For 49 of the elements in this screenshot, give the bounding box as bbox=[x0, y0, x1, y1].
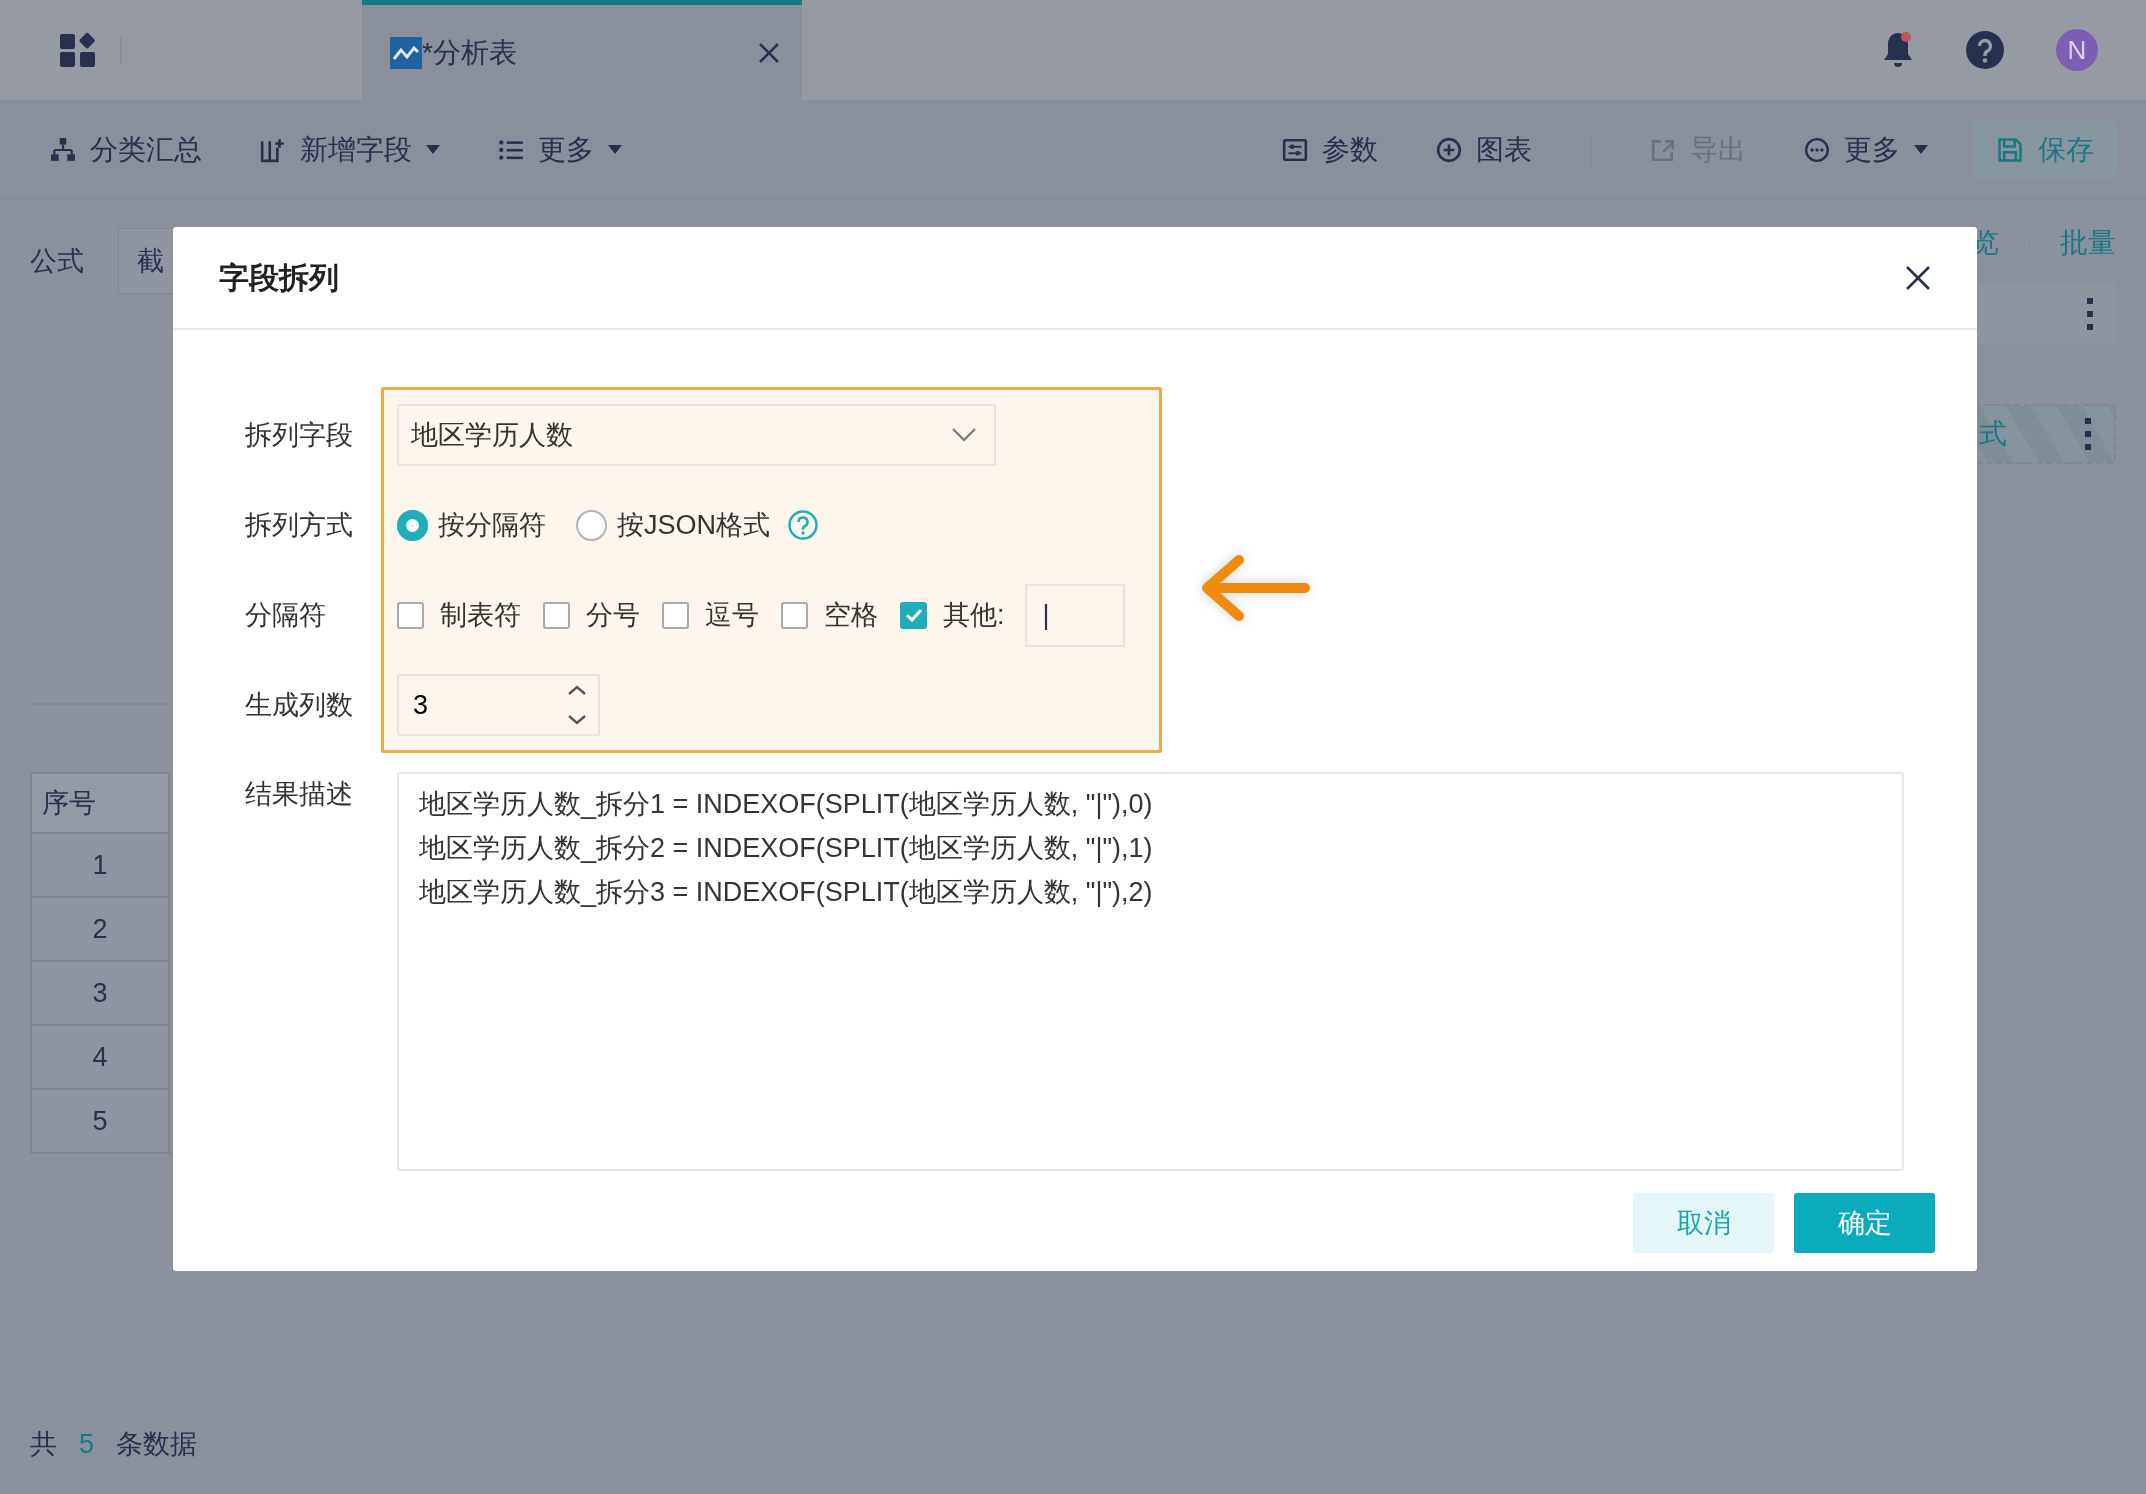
toolbar-button[interactable]: 分类汇总 bbox=[50, 128, 202, 171]
option-label: 空格 bbox=[824, 598, 878, 632]
form-label: 拆列方式 bbox=[245, 508, 354, 542]
toolbar-button[interactable]: 更多 bbox=[498, 128, 622, 171]
column-header: 序号 bbox=[31, 773, 169, 833]
checkbox-option[interactable]: 空格 bbox=[781, 594, 878, 636]
option-label: 其他: bbox=[943, 598, 1005, 632]
separator-field[interactable]: | bbox=[1024, 583, 1125, 647]
radio-option[interactable]: 按JSON格式 bbox=[576, 504, 770, 546]
field-label: 公式 bbox=[30, 244, 84, 278]
form-label: 分隔符 bbox=[245, 598, 327, 632]
form-label: 结果描述 bbox=[245, 778, 354, 811]
form-label: 拆列字段 bbox=[245, 418, 354, 452]
toolbar-button[interactable]: 参数 bbox=[1282, 128, 1378, 171]
formula-line: 地区学历人数_拆分2 = INDEXOF(SPLIT(地区学历人数, "|"),1) bbox=[419, 832, 1154, 865]
toolbar-button[interactable]: 新增字段 bbox=[260, 128, 440, 171]
option-label: 按分隔符 bbox=[438, 508, 546, 542]
checkbox-option[interactable]: 其他: bbox=[900, 594, 1005, 636]
checkbox-option[interactable]: 分号 bbox=[543, 594, 640, 636]
option-label: 按JSON格式 bbox=[617, 508, 770, 542]
confirm-button[interactable]: 确定 bbox=[1794, 1193, 1935, 1253]
user-avatar[interactable]: N bbox=[2056, 29, 2098, 71]
field-select[interactable]: 地区学历人数 bbox=[397, 404, 996, 466]
table-cell: 1 bbox=[31, 833, 169, 897]
card-label: 式 bbox=[1979, 417, 2007, 451]
form-label: 生成列数 bbox=[245, 688, 354, 722]
table-cell: 3 bbox=[31, 961, 169, 1025]
footer-text: 条数据 bbox=[116, 1427, 198, 1461]
toolbar-button[interactable]: 更多 bbox=[1804, 128, 1928, 171]
toolbar-button[interactable]: 图表 bbox=[1436, 128, 1532, 171]
checkbox-option[interactable]: 制表符 bbox=[397, 594, 521, 636]
dialog-title: 字段拆列 bbox=[219, 260, 339, 296]
table-cell: 2 bbox=[31, 897, 169, 961]
option-label: 分号 bbox=[586, 598, 640, 632]
formula-line: 地区学历人数_拆分3 = INDEXOF(SPLIT(地区学历人数, "|"),2) bbox=[419, 876, 1154, 909]
radio-option[interactable]: 按分隔符 bbox=[397, 504, 546, 546]
cancel-button[interactable]: 取消 bbox=[1633, 1193, 1774, 1253]
page-tab[interactable]: *分析表 bbox=[362, 0, 802, 100]
table-cell: 4 bbox=[31, 1025, 169, 1089]
number-field[interactable]: 3 bbox=[397, 674, 600, 736]
formula-field[interactable]: 截 bbox=[118, 228, 174, 294]
table-cell: 5 bbox=[31, 1089, 169, 1153]
footer-text: 共 bbox=[30, 1427, 57, 1461]
checkbox-option[interactable]: 逗号 bbox=[662, 594, 759, 636]
tab-title: *分析表 bbox=[422, 35, 517, 70]
record-count: 5 bbox=[79, 1427, 95, 1461]
option-label: 制表符 bbox=[440, 598, 521, 632]
formula-line: 地区学历人数_拆分1 = INDEXOF(SPLIT(地区学历人数, "|"),0) bbox=[419, 788, 1154, 821]
option-label: 逗号 bbox=[705, 598, 759, 632]
